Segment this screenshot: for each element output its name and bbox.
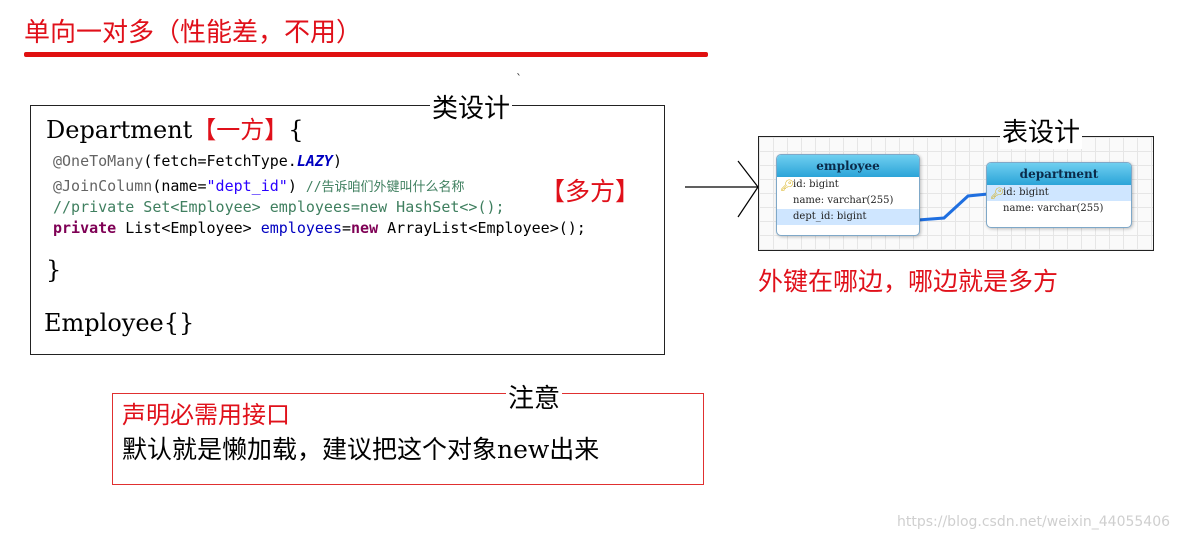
joincolumn-annotation: @JoinColumn bbox=[53, 177, 153, 195]
note-interface-line: 声明必需用接口 bbox=[122, 401, 290, 429]
department-declaration: Department【一方】{ bbox=[46, 110, 304, 145]
department-table-header: department bbox=[987, 163, 1131, 185]
list-type: List<Employee> bbox=[116, 219, 261, 237]
arrow-icon bbox=[685, 160, 759, 218]
foreign-key-note: 外键在哪边，哪边就是多方 bbox=[758, 267, 1059, 296]
code-line-list-field: private List<Employee> employees=new Arr… bbox=[53, 219, 586, 237]
new-keyword: new bbox=[351, 219, 379, 237]
code-line-joincolumn: @JoinColumn(name="dept_id") //告诉咱们外键叫什么名… bbox=[53, 176, 465, 195]
class-design-caption: 类设计 bbox=[430, 88, 513, 125]
title-underline bbox=[24, 52, 708, 57]
table-design-caption: 表设计 bbox=[1000, 112, 1083, 149]
private-keyword: private bbox=[53, 219, 117, 237]
department-table: department 🔑︎ id: bigint name: varchar(25… bbox=[986, 162, 1132, 228]
employees-field: employees bbox=[260, 219, 342, 237]
joincolumn-value: "dept_id" bbox=[206, 177, 288, 195]
employee-column-dept-id: dept_id: bigint bbox=[777, 209, 919, 225]
joincolumn-suffix: ) bbox=[287, 177, 306, 195]
column-label: name: varchar(255) bbox=[793, 195, 894, 206]
column-label: id: bigint bbox=[1003, 187, 1049, 198]
arraylist-init: ArrayList<Employee>(); bbox=[378, 219, 586, 237]
joincolumn-comment: //告诉咱们外键叫什么名称 bbox=[305, 180, 465, 195]
employee-table-header: employee bbox=[777, 155, 919, 177]
code-line-commented-set: //private Set<Employee> employees=new Ha… bbox=[53, 198, 505, 216]
primary-key-icon: 🔑︎ bbox=[990, 187, 1004, 200]
note-lazy-load-line: 默认就是懒加载，建议把这个对象new出来 bbox=[122, 435, 600, 464]
page-title: 单向一对多（性能差，不用） bbox=[24, 18, 363, 48]
column-label: dept_id: bigint bbox=[793, 211, 867, 222]
employee-table: employee 🔑︎ id: bigint name: varchar(255)… bbox=[776, 154, 920, 236]
relation-line bbox=[917, 192, 989, 222]
many-side-label: 【多方】 bbox=[540, 177, 641, 206]
code-line-onetomany: @OneToMany(fetch=FetchType.LAZY) bbox=[53, 152, 342, 170]
assign-op: = bbox=[342, 219, 352, 237]
note-caption: 注意 bbox=[506, 378, 563, 415]
department-column-name: name: varchar(255) bbox=[987, 201, 1131, 217]
fetch-suffix: ) bbox=[332, 152, 342, 170]
primary-key-icon: 🔑︎ bbox=[780, 179, 794, 192]
employee-column-id: 🔑︎ id: bigint bbox=[777, 177, 919, 193]
department-column-id: 🔑︎ id: bigint bbox=[987, 185, 1131, 201]
employee-column-name: name: varchar(255) bbox=[777, 193, 919, 209]
column-label: name: varchar(255) bbox=[1003, 203, 1104, 214]
onetomany-annotation: @OneToMany bbox=[53, 152, 144, 170]
lazy-constant: LAZY bbox=[296, 152, 333, 170]
employee-class-declaration: Employee{} bbox=[44, 309, 195, 337]
department-class-name: Department bbox=[46, 116, 193, 144]
close-brace: } bbox=[46, 256, 62, 284]
column-label: id: bigint bbox=[793, 179, 839, 190]
one-side-label: 【一方】 bbox=[192, 116, 289, 144]
stray-mark: ` bbox=[516, 72, 522, 86]
joincolumn-prefix: (name= bbox=[152, 177, 207, 195]
fetch-prefix: (fetch=FetchType. bbox=[143, 152, 297, 170]
open-brace: { bbox=[288, 116, 304, 144]
watermark: https://blog.csdn.net/weixin_44055406 bbox=[897, 514, 1171, 530]
